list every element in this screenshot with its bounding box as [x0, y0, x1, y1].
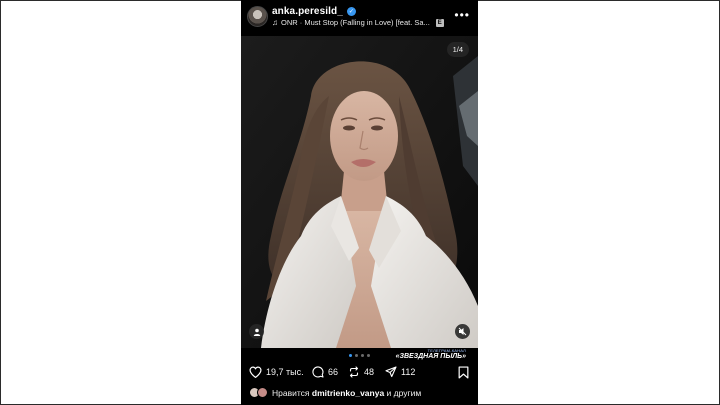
image-counter: 1/4	[446, 42, 469, 57]
liked-by-prefix: Нравится	[272, 387, 310, 398]
send-icon	[385, 366, 397, 378]
author-username[interactable]: anka.peresild_	[272, 6, 343, 17]
save-button[interactable]	[458, 366, 469, 384]
music-track-title: ONR · Must Stop (Falling in Love) [feat.…	[281, 18, 430, 27]
watermark-line2: «ЗВЕЗДНАЯ ПЫЛЬ»	[395, 353, 466, 360]
liked-by-suffix: и другим	[386, 387, 422, 398]
post-photo[interactable]: 1/4	[241, 36, 478, 348]
reposts-count: 48	[364, 367, 375, 377]
person-icon	[253, 328, 260, 336]
comment-button[interactable]: 66	[312, 366, 338, 378]
liked-by-user[interactable]: dmitrienko_vanya	[312, 388, 384, 398]
liked-by-text: Нравится dmitrienko_vanya и другим	[272, 388, 421, 398]
portrait-photo-illustration	[241, 36, 478, 348]
author-line: anka.peresild_ ✓	[272, 6, 356, 17]
shares-count: 112	[401, 367, 416, 377]
music-info[interactable]: ♫ ONR · Must Stop (Falling in Love) [fea…	[272, 18, 462, 27]
share-button[interactable]: 112	[385, 366, 415, 378]
post-header: anka.peresild_ ✓ ♫ ONR · Must Stop (Fall…	[241, 0, 478, 36]
verified-badge-icon: ✓	[346, 7, 356, 16]
music-note-icon: ♫	[272, 17, 278, 27]
tagged-users-button[interactable]	[249, 324, 264, 339]
likes-count: 19,7 тыс.	[266, 367, 304, 377]
speaker-muted-icon	[458, 327, 467, 336]
heart-icon	[249, 366, 262, 378]
repost-icon	[349, 366, 359, 378]
liked-by-row[interactable]: Нравится dmitrienko_vanya и другим	[249, 387, 421, 398]
post-actions: 19,7 тыс. 66 48 112	[241, 364, 478, 384]
carousel-dot	[367, 354, 370, 357]
carousel-dot	[355, 354, 358, 357]
mute-button[interactable]	[455, 324, 470, 339]
like-button[interactable]: 19,7 тыс.	[249, 366, 304, 378]
comments-count: 66	[328, 367, 339, 377]
author-avatar[interactable]	[247, 6, 268, 27]
carousel-dot	[349, 354, 352, 357]
repost-button[interactable]: 48	[348, 366, 374, 378]
more-options-icon[interactable]: •••	[454, 9, 470, 21]
comment-icon	[312, 366, 324, 378]
explicit-badge: E	[435, 18, 444, 27]
liker-avatar	[257, 387, 268, 398]
bookmark-icon	[458, 366, 469, 379]
channel-watermark: ТЕЛЕГРАМ-КАНАЛ «ЗВЕЗДНАЯ ПЫЛЬ»	[395, 349, 466, 361]
instagram-post: anka.peresild_ ✓ ♫ ONR · Must Stop (Fall…	[241, 0, 478, 405]
carousel-dot	[361, 354, 364, 357]
